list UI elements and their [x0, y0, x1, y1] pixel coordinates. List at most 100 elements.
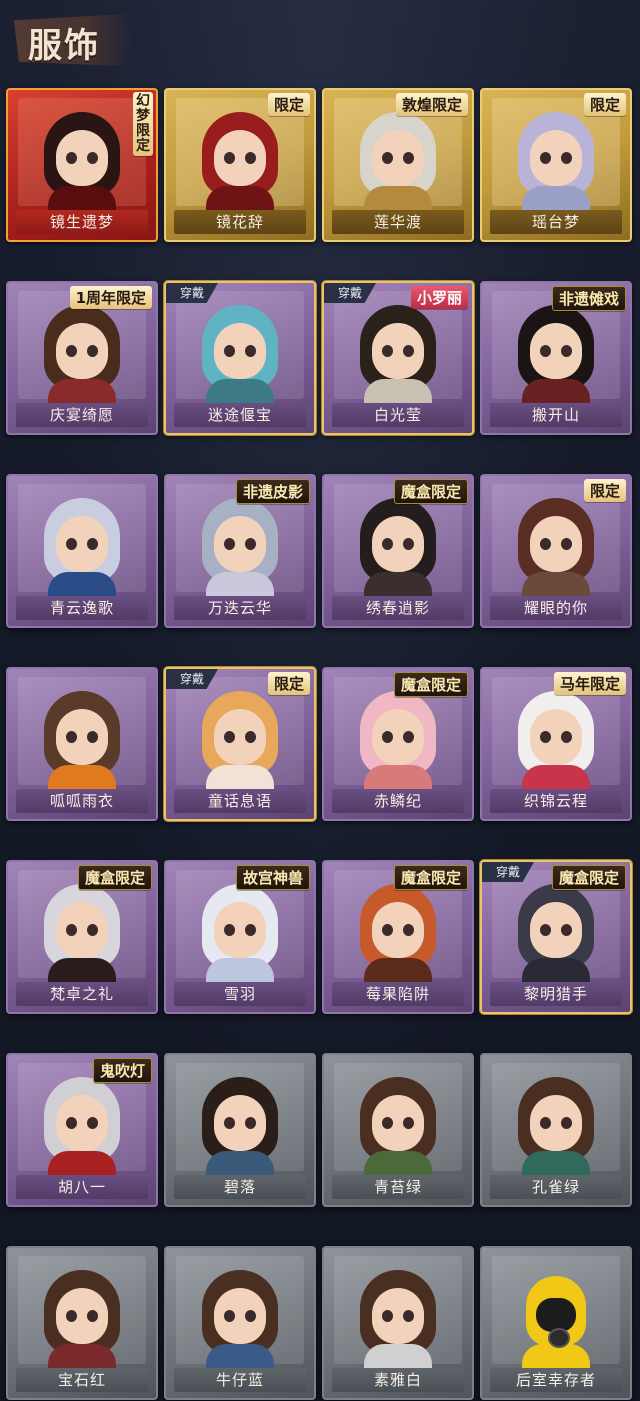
costume-card[interactable]: 非遗傩戏 搬开山 [480, 281, 632, 435]
costume-card[interactable]: 1周年限定 庆宴绮愿 [6, 281, 158, 435]
costume-card[interactable]: 碧落 [164, 1053, 316, 1207]
character-portrait [350, 683, 446, 793]
costume-card[interactable]: 呱呱雨衣 [6, 667, 158, 821]
eye-icon [382, 1310, 393, 1322]
costume-card[interactable]: 魔盒限定 绣春逍影 [322, 474, 474, 628]
costume-card[interactable]: 故宫神兽 雪羽 [164, 860, 316, 1014]
character-portrait [350, 1069, 446, 1179]
costume-name: 万迭云华 [174, 596, 306, 620]
page-title: 服饰 [28, 26, 100, 66]
costume-name: 织锦云程 [490, 789, 622, 813]
costume-card[interactable]: 鬼吹灯胡八一 [6, 1053, 158, 1207]
character-face [372, 323, 424, 379]
costume-card[interactable]: 限定 耀眼的你 [480, 474, 632, 628]
limited-badge: 魔盒限定 [551, 865, 626, 890]
costume-name: 梵卓之礼 [16, 982, 148, 1006]
character-face [372, 130, 424, 186]
costume-card[interactable]: 牛仔蓝 [164, 1246, 316, 1400]
limited-badge: 故宫神兽 [235, 865, 310, 890]
character-face [530, 902, 582, 958]
costume-name: 碧落 [174, 1175, 306, 1199]
costume-name: 素雅白 [332, 1368, 464, 1392]
costume-card[interactable]: 穿戴 迷途偃宝 [164, 281, 316, 435]
costume-name: 童话息语 [174, 789, 306, 813]
character-face [56, 1288, 108, 1344]
character-portrait [350, 104, 446, 214]
eye-icon [382, 538, 393, 550]
character-face [530, 1095, 582, 1151]
costume-card[interactable]: 限定 穿戴 童话息语 [164, 667, 316, 821]
character-face [372, 902, 424, 958]
character-portrait [34, 490, 130, 600]
eye-icon [540, 924, 551, 936]
character-face [56, 1095, 108, 1151]
eye-icon [87, 538, 98, 550]
character-face [214, 323, 266, 379]
costume-name: 莓果陷阱 [332, 982, 464, 1006]
character-portrait [34, 1069, 130, 1179]
character-face [214, 709, 266, 765]
eye-icon [224, 1310, 235, 1322]
character-face [214, 130, 266, 186]
limited-badge: 小罗丽 [410, 286, 468, 309]
eye-icon [561, 538, 572, 550]
costume-card[interactable]: 马年限定 织锦云程 [480, 667, 632, 821]
costume-card[interactable]: 魔盒限定莓果陷阱 [322, 860, 474, 1014]
eye-icon [66, 1117, 77, 1129]
character-portrait [508, 683, 604, 793]
costume-card[interactable]: 宝石红 [6, 1246, 158, 1400]
eye-icon [87, 731, 98, 743]
eye-icon [66, 152, 77, 164]
costume-name: 胡八一 [16, 1175, 148, 1199]
costume-grid: 幻梦限定 镜生遗梦 限定 镜花辞 敦煌限定 莲华渡 限定 瑶台梦 1周年限定 庆宴绮愿 穿戴 迷途偃宝… [6, 88, 636, 1400]
costume-card[interactable]: 后室幸存者 [480, 1246, 632, 1400]
costume-card[interactable]: 素雅白 [322, 1246, 474, 1400]
eye-icon [382, 731, 393, 743]
costume-card[interactable]: 魔盒限定 赤鳞纪 [322, 667, 474, 821]
character-portrait [350, 876, 446, 986]
eye-icon [224, 152, 235, 164]
costume-card[interactable]: 限定 镜花辞 [164, 88, 316, 242]
character-portrait [192, 490, 288, 600]
limited-badge: 幻梦限定 [133, 92, 153, 156]
costume-name: 宝石红 [16, 1368, 148, 1392]
character-portrait [34, 876, 130, 986]
limited-badge: 鬼吹灯 [92, 1058, 152, 1083]
costume-card[interactable]: 孔雀绿 [480, 1053, 632, 1207]
eye-icon [540, 152, 551, 164]
costume-card[interactable]: 敦煌限定 莲华渡 [322, 88, 474, 242]
eye-icon [87, 152, 98, 164]
character-portrait [508, 1069, 604, 1179]
eye-icon [66, 538, 77, 550]
costume-card[interactable]: 魔盒限定 穿戴 黎明猎手 [480, 860, 632, 1014]
limited-badge: 魔盒限定 [393, 672, 468, 697]
costume-card[interactable]: 限定 瑶台梦 [480, 88, 632, 242]
eye-icon [540, 345, 551, 357]
eye-icon [403, 152, 414, 164]
costume-card[interactable]: 小罗丽 穿戴 白光莹 [322, 281, 474, 435]
costume-card[interactable]: 幻梦限定 镜生遗梦 [6, 88, 158, 242]
character-face [56, 516, 108, 572]
character-portrait [508, 490, 604, 600]
eye-icon [87, 1310, 98, 1322]
eye-icon [561, 731, 572, 743]
costume-card[interactable]: 非遗皮影万迭云华 [164, 474, 316, 628]
character-face [372, 1288, 424, 1344]
eye-icon [245, 1117, 256, 1129]
costume-card[interactable]: 青云逸歌 [6, 474, 158, 628]
character-portrait [508, 876, 604, 986]
eye-icon [87, 924, 98, 936]
character-face [530, 709, 582, 765]
eye-icon [66, 731, 77, 743]
costume-card[interactable]: 青苔绿 [322, 1053, 474, 1207]
character-portrait [350, 490, 446, 600]
eye-icon [561, 1117, 572, 1129]
eye-icon [224, 345, 235, 357]
costume-card[interactable]: 魔盒限定 梵卓之礼 [6, 860, 158, 1014]
character-portrait [192, 1262, 288, 1372]
eye-icon [540, 731, 551, 743]
eye-icon [403, 538, 414, 550]
limited-badge: 魔盒限定 [393, 865, 468, 890]
limited-badge: 非遗皮影 [235, 479, 310, 504]
eye-icon [403, 1117, 414, 1129]
